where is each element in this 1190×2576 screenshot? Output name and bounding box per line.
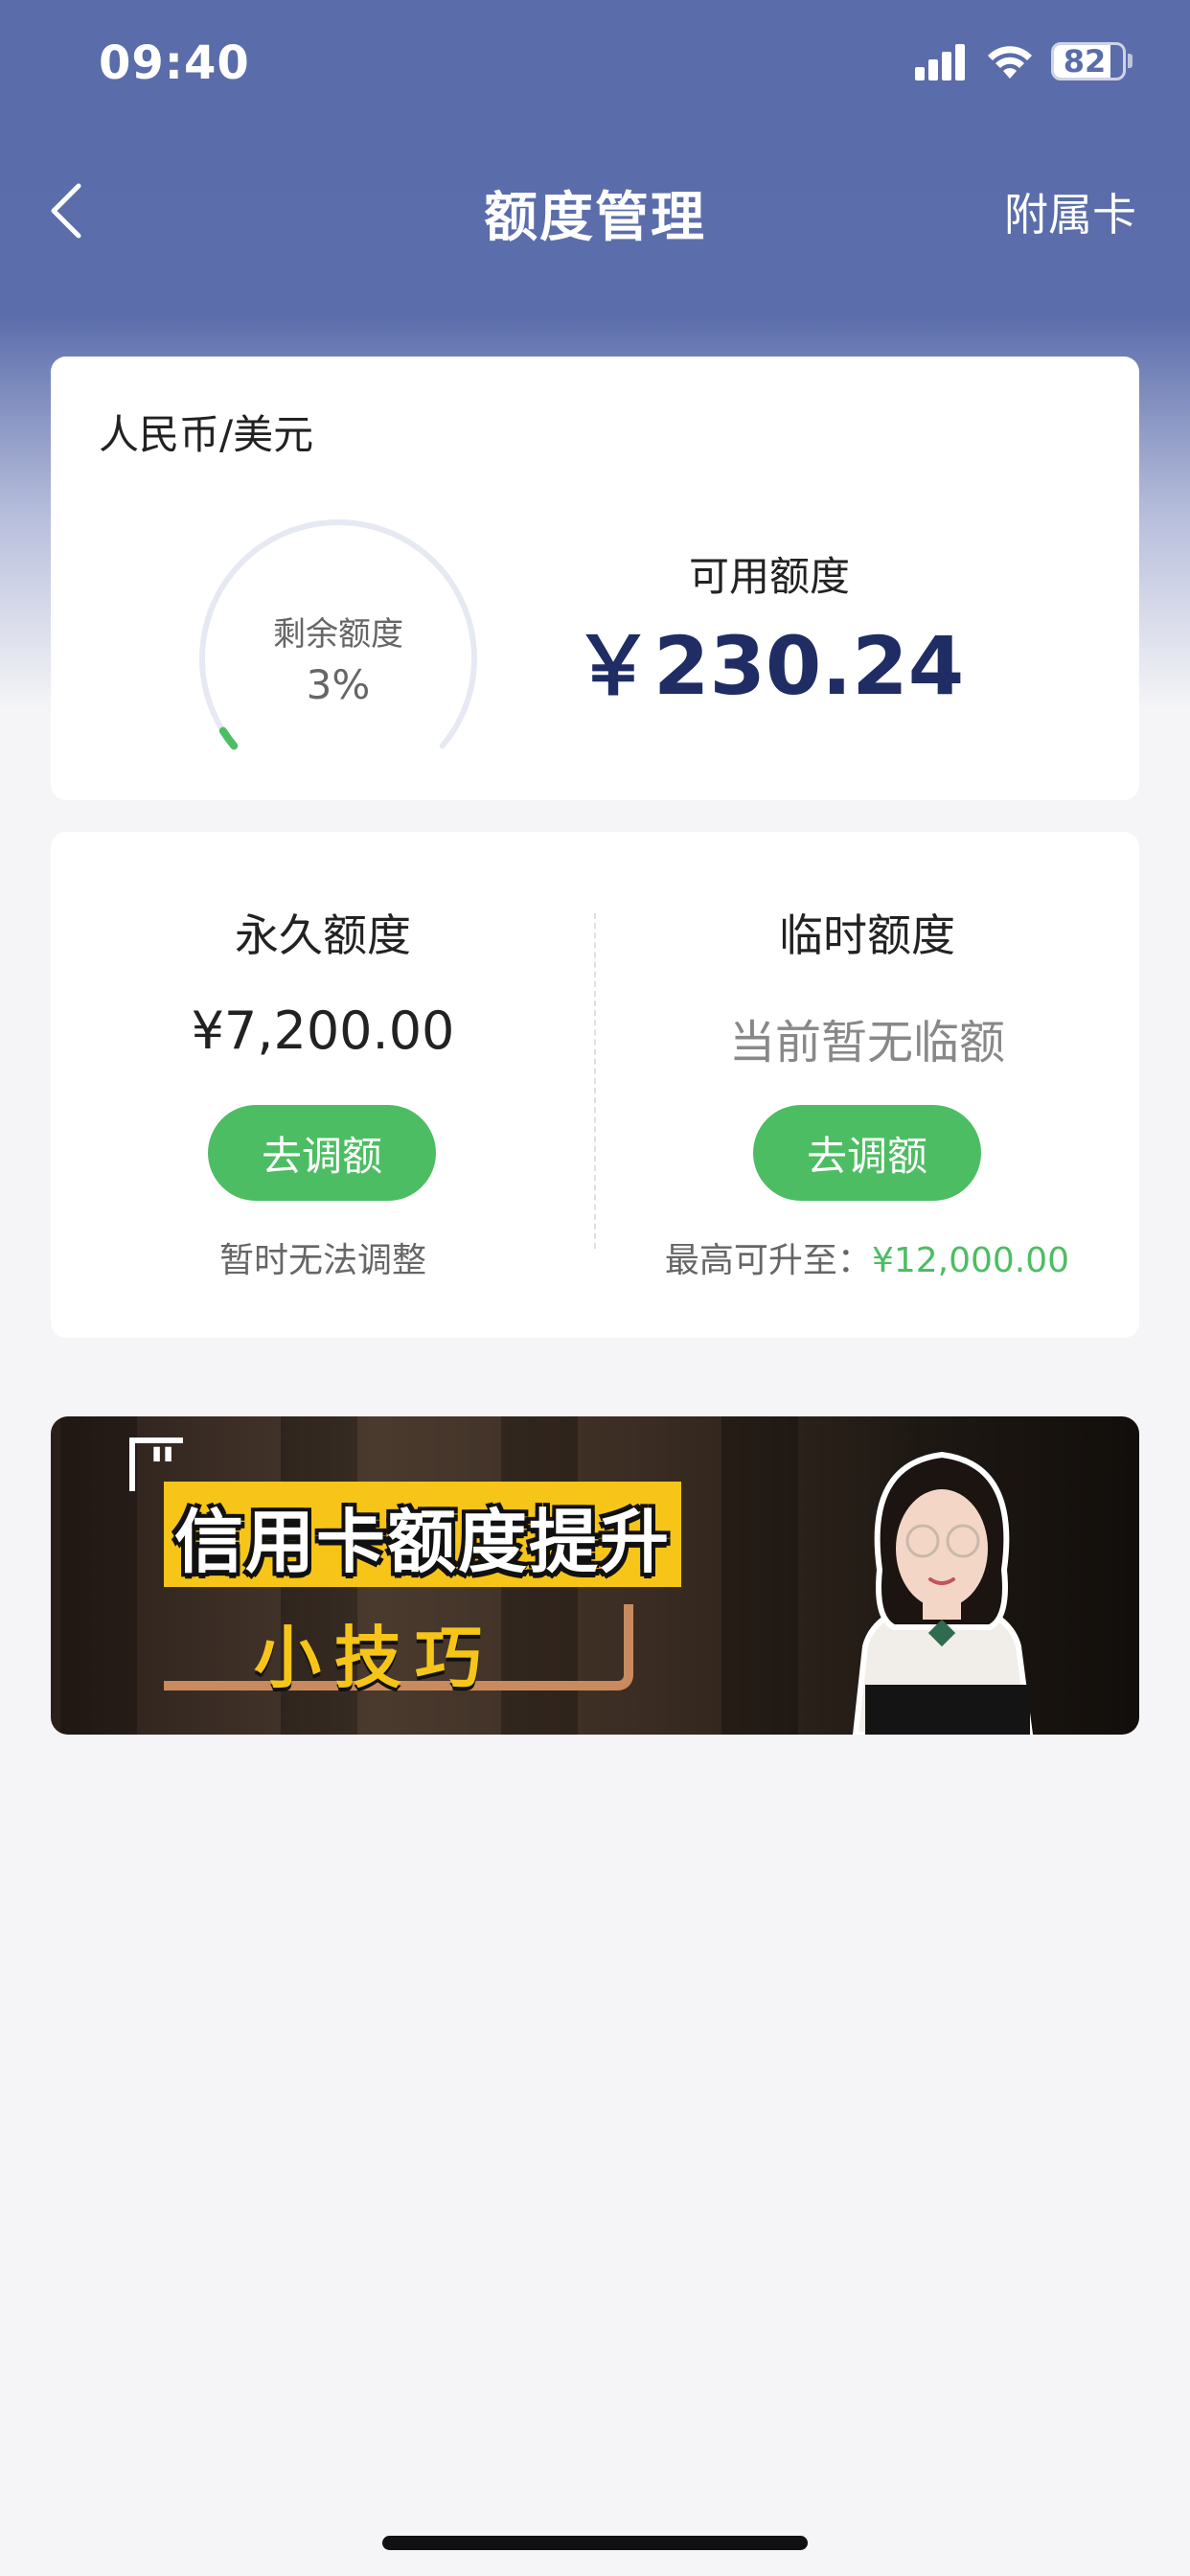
permanent-limit-section: 永久额度 ¥7,200.00 去调额 暂时无法调整 — [51, 832, 595, 1338]
gauge-label: 剩余额度 — [273, 615, 403, 654]
permanent-limit-note: 暂时无法调整 — [218, 1241, 426, 1280]
permanent-limit-title: 永久额度 — [235, 909, 411, 961]
wifi-icon — [988, 46, 1032, 79]
temporary-limit-section: 临时额度 当前暂无临额 去调额 最高可升至：¥12,000.00 — [595, 832, 1139, 1338]
limit-tips-banner[interactable]: " 信用卡额度提升 小技巧 — [51, 1416, 1139, 1735]
adjust-temporary-limit-button[interactable]: 去调额 — [753, 1105, 981, 1201]
available-limit-card: 人民币/美元 剩余额度 3% 可用额度 ￥230.24 — [51, 356, 1139, 800]
available-limit-label: 可用额度 — [688, 553, 850, 600]
navigation-bar: 额度管理 附属卡 — [0, 163, 1190, 259]
status-time: 09:40 — [99, 36, 250, 90]
bookshelf-shadow — [60, 1416, 137, 1735]
status-bar: 09:40 82 — [0, 0, 1190, 134]
banner-title: 信用卡额度提升 — [173, 1502, 671, 1582]
temporary-limit-title: 临时额度 — [779, 909, 955, 961]
remaining-limit-gauge — [199, 519, 477, 750]
currency-label: 人民币/美元 — [99, 411, 314, 458]
presenter-image — [852, 1451, 1034, 1735]
banner-subtitle: 小技巧 — [254, 1619, 495, 1697]
gauge-percent: 3% — [306, 661, 371, 708]
max-limit-prefix: 最高可升至： — [664, 1241, 872, 1280]
home-indicator — [382, 2536, 808, 2550]
cellular-signal-icon — [915, 42, 967, 80]
bookshelf-shadow — [721, 1416, 798, 1735]
available-limit-amount: ￥230.24 — [573, 619, 965, 713]
battery-percent: 82 — [1063, 43, 1107, 80]
permanent-limit-value: ¥7,200.00 — [191, 1000, 455, 1061]
battery-tip — [1128, 54, 1133, 68]
max-limit-amount: ¥12,000.00 — [871, 1241, 1070, 1280]
battery-icon: 82 — [1051, 42, 1126, 80]
temporary-limit-note: 最高可升至：¥12,000.00 — [595, 1232, 1139, 1282]
supplementary-card-link[interactable]: 附属卡 — [1004, 180, 1136, 243]
temporary-limit-value: 当前暂无临额 — [728, 1016, 1005, 1070]
adjust-permanent-limit-button[interactable]: 去调额 — [208, 1105, 436, 1201]
limit-details-card: 永久额度 ¥7,200.00 去调额 暂时无法调整 临时额度 当前暂无临额 去调… — [51, 832, 1139, 1338]
